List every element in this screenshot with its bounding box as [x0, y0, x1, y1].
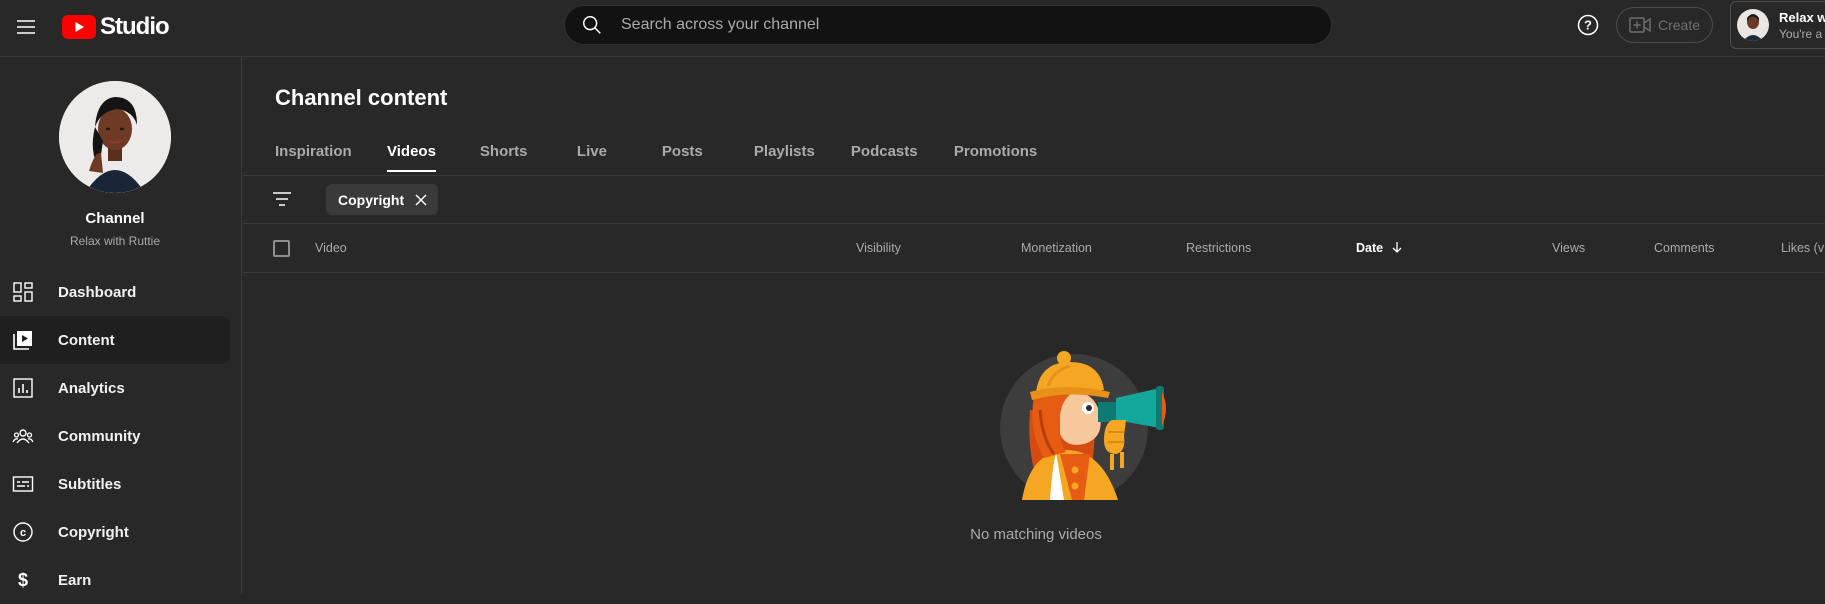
svg-text:c: c [20, 527, 26, 539]
studio-logo[interactable]: Studio [62, 10, 170, 44]
arrow-down-icon [1392, 242, 1402, 253]
community-icon [12, 425, 34, 447]
column-date-label: Date [1356, 241, 1384, 255]
filter-chip-label: Copyright [338, 191, 405, 208]
account-name: Relax with Ruttie [1779, 9, 1825, 25]
account-subtitle: You're a [1779, 26, 1823, 41]
sidebar: Channel Relax with Ruttie Dashboard Cont… [0, 58, 242, 594]
sidebar-item-label: Dashboard [58, 283, 137, 301]
close-icon[interactable] [414, 193, 428, 207]
menu-icon[interactable] [14, 15, 38, 39]
sidebar-item-copyright[interactable]: c Copyright [0, 508, 230, 556]
tab-posts[interactable]: Posts [662, 130, 754, 172]
sidebar-item-earn[interactable]: $ Earn [0, 556, 230, 604]
tab-inspiration[interactable]: Inspiration [275, 130, 387, 172]
create-button[interactable]: Create [1616, 7, 1713, 43]
sidebar-item-community[interactable]: Community [0, 412, 230, 460]
sidebar-item-dashboard[interactable]: Dashboard [0, 268, 230, 316]
filter-icon[interactable] [271, 188, 293, 210]
tab-playlists[interactable]: Playlists [754, 130, 851, 172]
top-bar: Studio ? Create [0, 0, 1825, 57]
sidebar-item-label: Content [58, 331, 115, 349]
column-likes[interactable]: Likes (v [1781, 224, 1824, 272]
channel-avatar[interactable] [59, 81, 171, 193]
help-icon[interactable]: ? [1576, 13, 1600, 37]
dashboard-icon [12, 281, 34, 303]
youtube-logo-icon [62, 15, 96, 39]
table-header-divider [243, 272, 1825, 273]
sidebar-item-label: Analytics [58, 379, 125, 397]
filter-chip-copyright[interactable]: Copyright [326, 184, 439, 215]
tab-live[interactable]: Live [577, 130, 662, 172]
empty-state-message: No matching videos [970, 526, 1102, 543]
tab-videos[interactable]: Videos [387, 130, 436, 172]
account-switcher[interactable]: Relax with Ruttie You're a [1730, 1, 1825, 49]
tab-shorts[interactable]: Shorts [480, 130, 577, 172]
table-header: Video Visibility Monetization Restrictio… [243, 224, 1825, 272]
subtitles-icon [12, 473, 34, 495]
content-tabs: Inspiration Videos Shorts Live Posts Pla… [275, 130, 1037, 172]
account-avatar [1737, 9, 1769, 41]
sidebar-item-label: Community [58, 427, 141, 445]
create-label: Create [1657, 17, 1701, 33]
sidebar-item-label: Copyright [58, 523, 129, 541]
logo-text: Studio [100, 13, 170, 40]
sidebar-item-subtitles[interactable]: Subtitles [0, 460, 230, 508]
copyright-icon: c [12, 521, 34, 543]
column-date[interactable]: Date [1356, 224, 1403, 272]
search-icon [583, 16, 601, 34]
page-title: Channel content [275, 85, 448, 110]
tab-podcasts[interactable]: Podcasts [851, 130, 954, 172]
column-comments[interactable]: Comments [1654, 224, 1714, 272]
sidebar-nav: Dashboard Content Analytics Community Su… [0, 268, 242, 604]
column-views[interactable]: Views [1552, 224, 1585, 272]
tabs-divider [243, 175, 1825, 176]
column-visibility[interactable]: Visibility [856, 224, 901, 272]
channel-name: Relax with Ruttie [69, 234, 161, 248]
search-bar [564, 5, 1332, 45]
channel-label: Channel [85, 210, 145, 227]
column-video: Video [315, 241, 347, 255]
sidebar-item-content[interactable]: Content [0, 316, 230, 364]
svg-text:$: $ [18, 570, 28, 590]
earn-icon: $ [12, 569, 34, 591]
analytics-icon [12, 377, 34, 399]
svg-text:?: ? [1584, 18, 1592, 33]
sidebar-item-analytics[interactable]: Analytics [0, 364, 230, 412]
search-input[interactable] [619, 7, 1331, 43]
column-monetization[interactable]: Monetization [1021, 224, 1092, 272]
video-plus-icon [1629, 17, 1651, 33]
sidebar-item-label: Subtitles [58, 475, 122, 493]
column-restrictions[interactable]: Restrictions [1186, 224, 1251, 272]
tab-promotions[interactable]: Promotions [954, 130, 1037, 172]
detective-illustration [1000, 350, 1176, 502]
sidebar-item-label: Earn [58, 571, 92, 589]
select-all-checkbox[interactable] [273, 240, 290, 257]
content-icon [12, 329, 34, 351]
main-content: Channel content Inspiration Videos Short… [243, 58, 1825, 594]
